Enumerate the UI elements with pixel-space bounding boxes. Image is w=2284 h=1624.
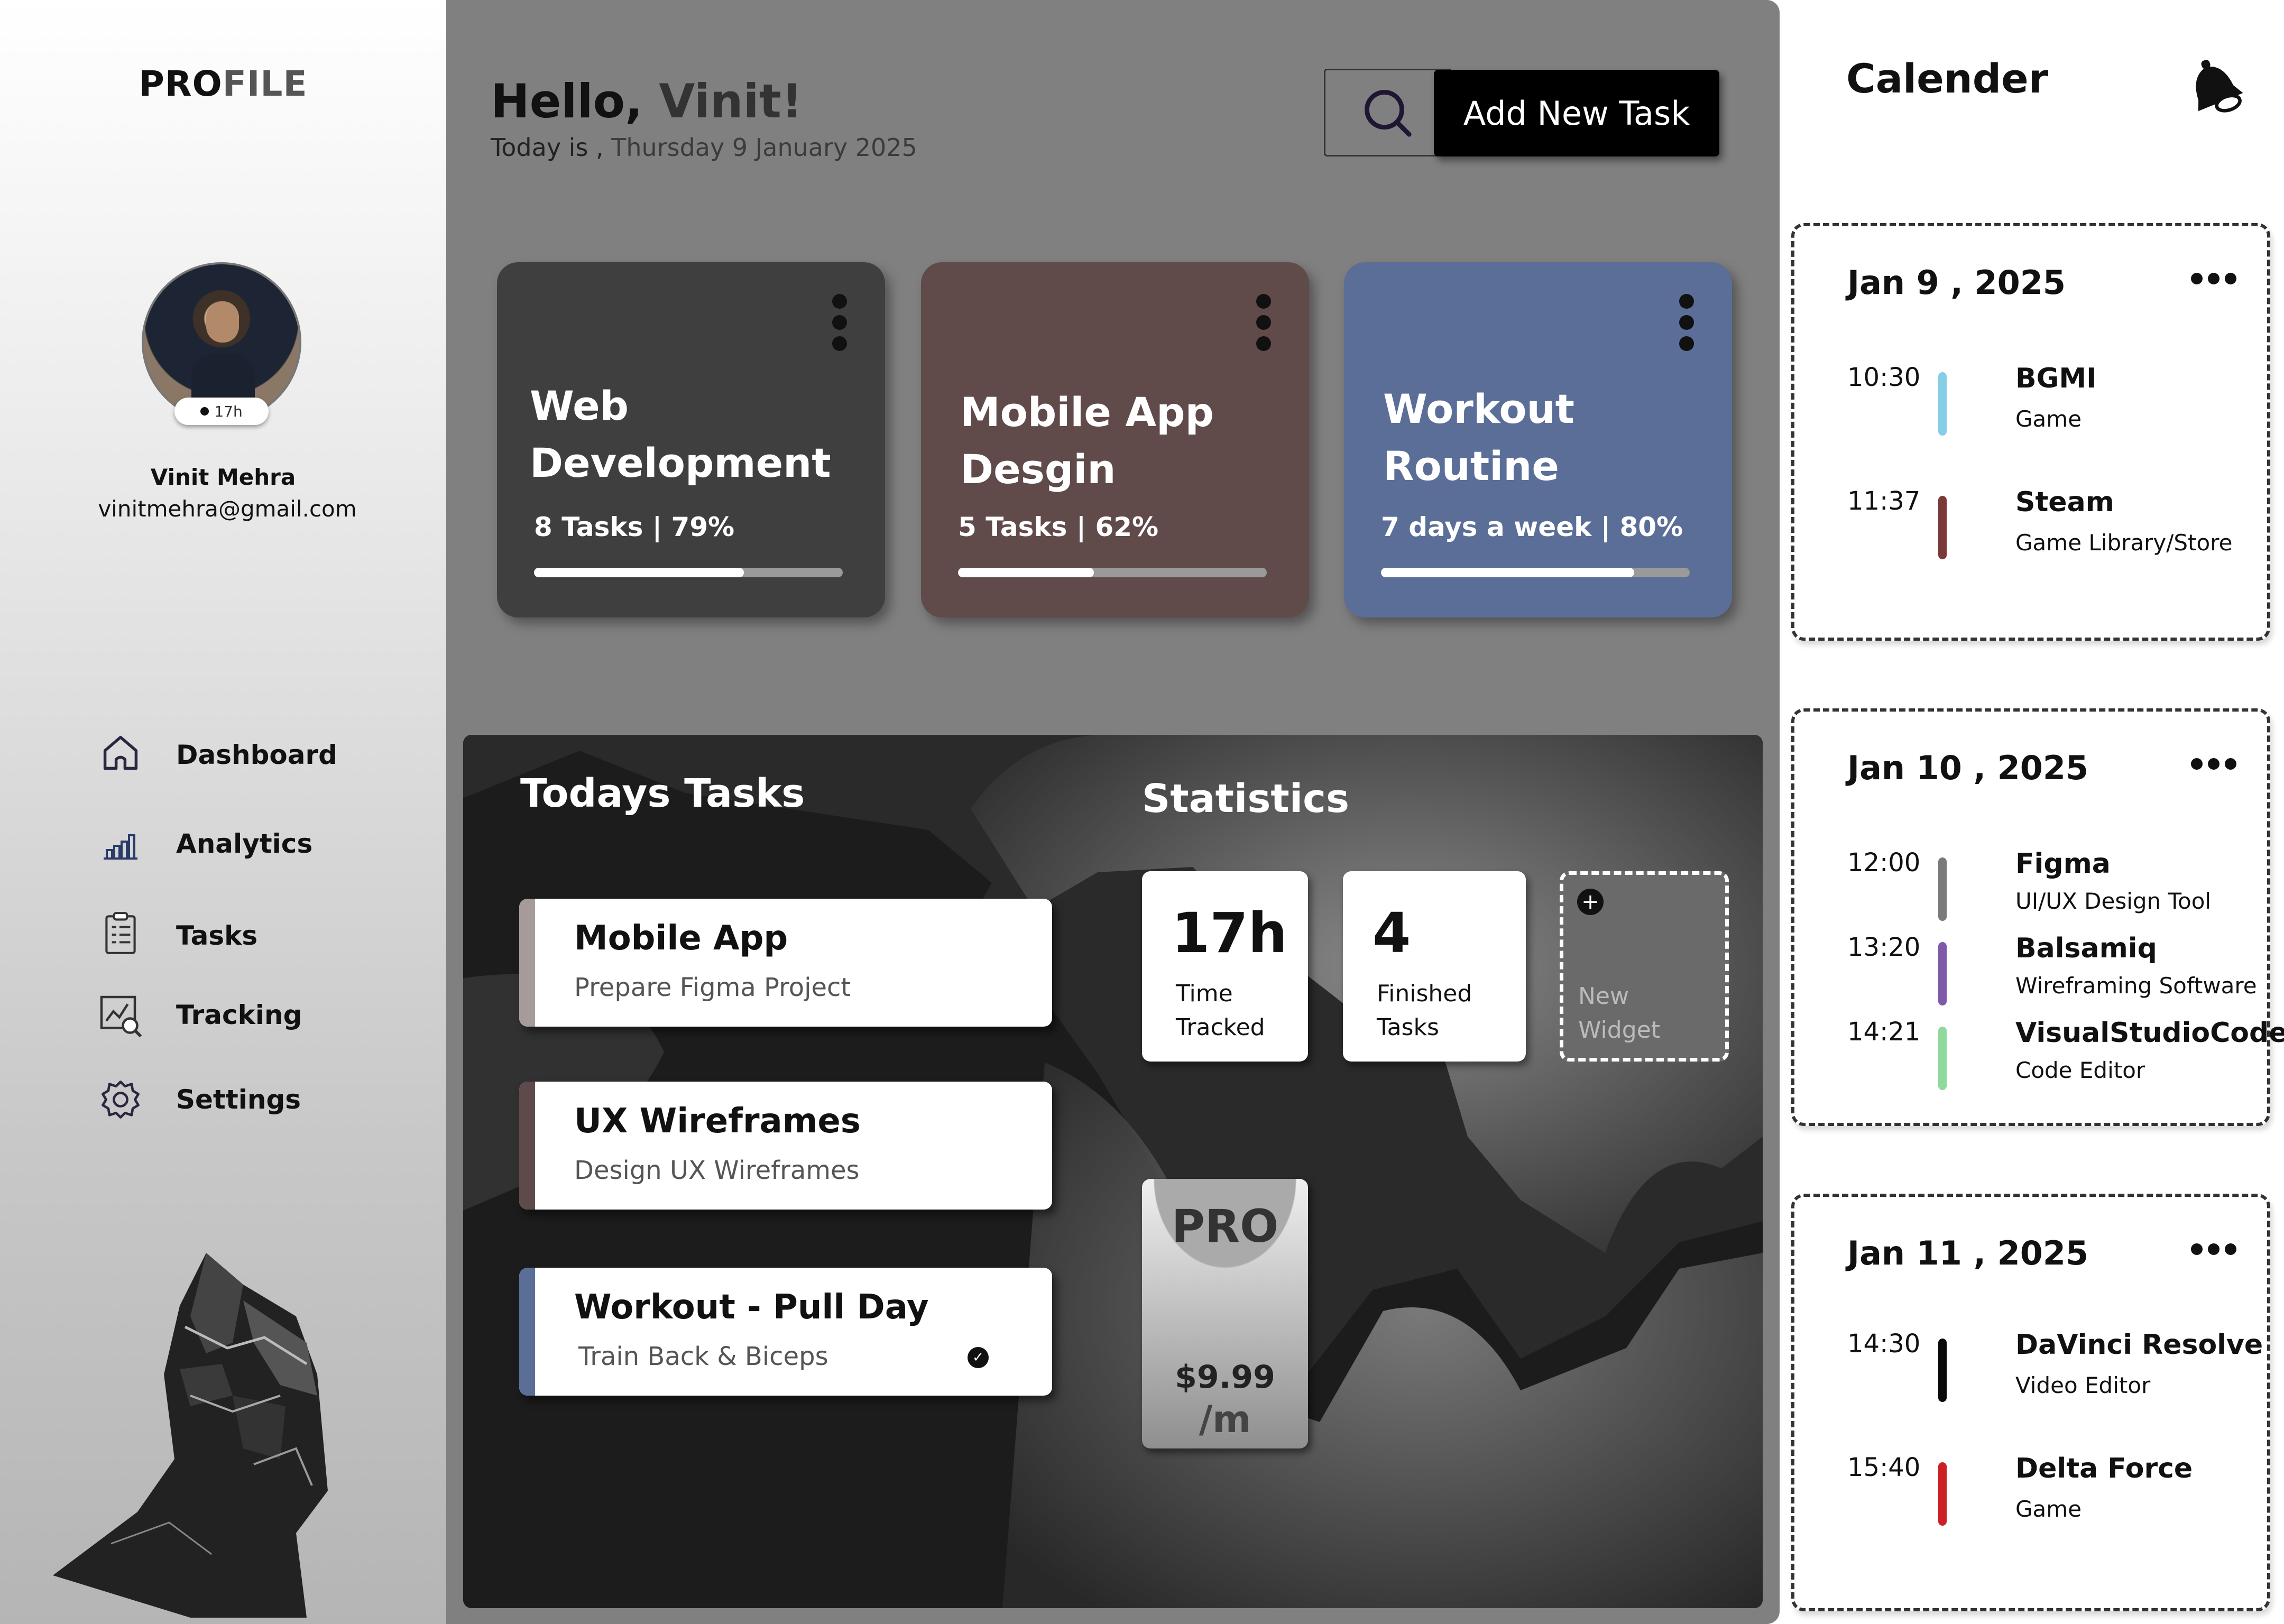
task-title: Mobile App — [574, 919, 788, 958]
todays-tasks-heading: Todays Tasks — [520, 771, 805, 816]
user-name: Vinit Mehra — [150, 464, 296, 490]
task-card[interactable]: Mobile App Prepare Figma Project — [519, 899, 1052, 1027]
stat-card-time: 17h Time Tracked — [1142, 871, 1308, 1062]
project-card-web-development[interactable]: Web Development 8 Tasks | 79% — [497, 262, 885, 617]
pro-price: $9.99 — [1175, 1359, 1275, 1396]
task-color-bar — [519, 1082, 535, 1210]
task-color-bar — [519, 1268, 535, 1396]
task-title: Workout - Pull Day — [574, 1288, 929, 1327]
calendar-day-card: Jan 10 , 2025 12:00 Figma UI/UX Design T… — [1791, 708, 2284, 1126]
more-options-icon[interactable] — [2191, 1243, 2236, 1255]
new-widget-label: New Widget — [1578, 983, 1660, 1044]
stat-label: Time Tracked — [1176, 980, 1265, 1041]
pro-period: /m — [1199, 1398, 1251, 1441]
task-color-bar — [519, 899, 535, 1027]
task-title: UX Wireframes — [574, 1102, 861, 1141]
more-options-icon[interactable] — [2191, 758, 2236, 770]
progress-bar — [534, 568, 843, 577]
nav-tasks[interactable]: Tasks — [176, 915, 257, 957]
clipboard-icon[interactable] — [94, 907, 147, 960]
project-title: Mobile App Desgin — [960, 389, 1214, 493]
gear-icon[interactable] — [94, 1073, 147, 1126]
nav-dashboard[interactable]: Dashboard — [176, 734, 337, 776]
calendar-day-card: Jan 11 , 2025 14:30 DaVinci Resolve Vide… — [1791, 1194, 2270, 1611]
add-new-task-button[interactable]: Add New Task — [1434, 70, 1719, 156]
stat-value: 17h — [1172, 901, 1287, 965]
project-title: Workout Routine — [1383, 385, 1574, 490]
bell-icon[interactable] — [2177, 51, 2246, 119]
task-card[interactable]: Workout - Pull Day Train Back & Biceps ✓ — [519, 1268, 1052, 1396]
statistics-heading: Statistics — [1142, 776, 1350, 822]
task-subtitle: Design UX Wireframes — [574, 1156, 860, 1185]
stat-label: Finished Tasks — [1377, 980, 1472, 1041]
task-subtitle: Train Back & Biceps — [578, 1342, 828, 1371]
project-meta: 5 Tasks | 62% — [958, 512, 1159, 542]
new-widget-button[interactable]: + New Widget — [1560, 871, 1729, 1062]
nav-tracking[interactable]: Tracking — [176, 994, 302, 1036]
profile-heading: PROFILE — [139, 63, 308, 104]
home-icon[interactable] — [94, 726, 147, 779]
more-options-icon[interactable] — [1256, 294, 1271, 351]
project-meta: 8 Tasks | 79% — [534, 512, 735, 542]
calendar-date: Jan 9 , 2025 — [1847, 263, 2066, 302]
progress-bar — [1381, 568, 1690, 577]
project-card-mobile-app[interactable]: Mobile App Desgin 5 Tasks | 62% — [921, 262, 1309, 617]
stat-card-finished: 4 Finished Tasks — [1343, 871, 1526, 1062]
search-icon — [1365, 90, 1412, 137]
panther-illustration — [53, 1253, 328, 1618]
project-meta: 7 days a week | 80% — [1381, 512, 1683, 542]
task-subtitle: Prepare Figma Project — [574, 973, 851, 1002]
pro-label: PRO — [1171, 1200, 1279, 1253]
calendar-title: Calender — [1846, 55, 2049, 102]
checkmark-icon[interactable]: ✓ — [968, 1347, 989, 1368]
status-badge-text: 17h — [214, 402, 243, 420]
greeting: Hello, Vinit! — [491, 74, 803, 128]
bar-chart-icon[interactable] — [94, 817, 147, 870]
nav-settings[interactable]: Settings — [176, 1078, 301, 1121]
task-card[interactable]: UX Wireframes Design UX Wireframes — [519, 1082, 1052, 1210]
status-badge: 17h — [174, 398, 269, 425]
calendar-date: Jan 11 , 2025 — [1847, 1234, 2089, 1272]
calendar-date: Jan 10 , 2025 — [1847, 749, 2089, 787]
project-card-workout[interactable]: Workout Routine 7 days a week | 80% — [1344, 262, 1732, 617]
project-title: Web Development — [530, 382, 831, 486]
today-date: Today is , Thursday 9 January 2025 — [491, 133, 917, 162]
calendar-day-card: Jan 9 , 2025 10:30 BGMI Game 11:37 Steam… — [1791, 223, 2270, 641]
progress-bar — [958, 568, 1267, 577]
more-options-icon[interactable] — [832, 294, 847, 351]
more-options-icon[interactable] — [2191, 273, 2236, 284]
pro-plan-card[interactable]: PRO $9.99 /m — [1142, 1179, 1308, 1448]
stat-value: 4 — [1373, 901, 1411, 965]
tracking-icon[interactable] — [94, 990, 147, 1042]
user-email: vinitmehra@gmail.com — [98, 496, 357, 522]
search-button[interactable] — [1324, 69, 1451, 156]
more-options-icon[interactable] — [1679, 294, 1694, 351]
plus-icon: + — [1577, 889, 1604, 915]
nav-analytics[interactable]: Analytics — [176, 823, 312, 865]
sidebar: PROFILE 17h Vinit Mehra vinitmehra@gmail… — [0, 0, 446, 1624]
